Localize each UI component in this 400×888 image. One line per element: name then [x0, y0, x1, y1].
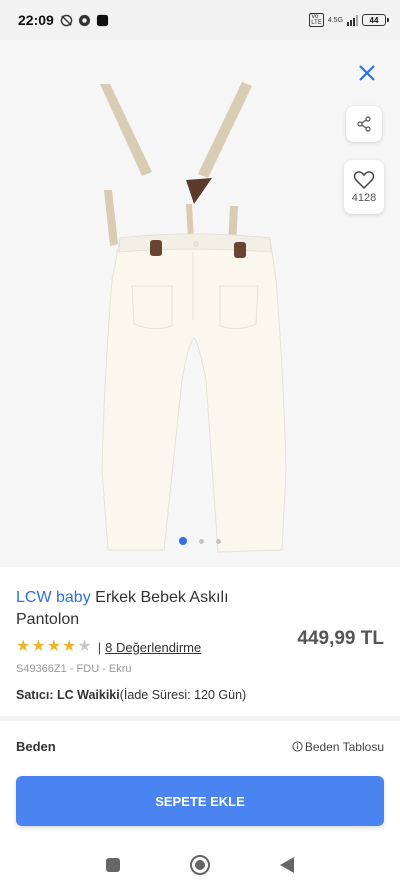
rating-separator: | — [97, 639, 102, 655]
size-chart-link[interactable]: Beden Tablosu — [292, 740, 384, 754]
product-image[interactable] — [90, 80, 310, 560]
star-icon: ★ — [46, 638, 62, 655]
chrome-icon — [78, 14, 90, 26]
return-policy: (İade Süresi: 120 Gün) — [119, 688, 247, 702]
gallery-pagination — [0, 537, 400, 545]
favorite-count: 4128 — [351, 192, 377, 204]
size-label: Beden — [16, 739, 56, 754]
reviews-link[interactable]: 8 Değerlendirme — [105, 640, 201, 655]
app-notification-icon — [96, 14, 108, 26]
star-icon: ★ — [31, 638, 46, 655]
info-icon — [292, 741, 303, 752]
gallery-dot-1[interactable] — [179, 537, 187, 545]
product-gallery[interactable]: 4128 — [0, 40, 400, 567]
gallery-dot-2[interactable] — [199, 538, 204, 544]
share-icon — [357, 116, 371, 132]
size-chart-label: Beden Tablosu — [304, 739, 384, 754]
status-bar: 22:09 Vo LTE 4.5G 44 — [0, 0, 400, 40]
star-empty-icon: ★ — [77, 638, 92, 655]
product-sku: S49366Z1 - FDU - Ekru — [16, 663, 132, 675]
close-icon — [359, 65, 375, 81]
muted-notification-icon — [60, 14, 73, 26]
back-button[interactable] — [267, 845, 307, 885]
favorite-button[interactable]: 4128 — [344, 160, 384, 214]
seller-info: Satıcı: LC Waikiki(İade Süresi: 120 Gün) — [16, 688, 384, 702]
cta-bar: SEPETE EKLE — [0, 760, 400, 842]
product-price: 449,99 TL — [297, 628, 384, 649]
add-to-cart-button[interactable]: SEPETE EKLE — [16, 776, 384, 826]
heart-icon — [353, 171, 375, 190]
product-title: LCW baby Erkek Bebek Askılı Pantolon — [16, 587, 296, 631]
square-icon — [106, 858, 121, 872]
status-notifications — [60, 14, 109, 27]
recent-apps-button[interactable] — [93, 845, 133, 885]
close-button[interactable] — [352, 58, 382, 88]
size-header: Beden Beden Tablosu — [16, 739, 384, 754]
status-time: 22:09 — [18, 12, 54, 28]
network-type: 4.5G — [327, 16, 343, 24]
back-triangle-icon — [279, 857, 294, 873]
seller-name[interactable]: Satıcı: LC Waikiki — [16, 688, 120, 702]
home-circle-icon — [189, 855, 210, 875]
star-icon: ★ — [16, 638, 31, 655]
battery-icon: 44 — [362, 14, 389, 26]
gallery-dot-3[interactable] — [216, 538, 221, 544]
home-button[interactable] — [180, 845, 220, 885]
brand-link[interactable]: LCW baby — [16, 589, 91, 606]
share-button[interactable] — [346, 106, 382, 142]
system-nav-bar — [0, 842, 400, 888]
status-system-icons: Vo LTE 4.5G 44 — [309, 13, 389, 27]
signal-icon — [347, 14, 358, 26]
battery-level: 44 — [369, 15, 379, 25]
volte-icon: Vo LTE — [309, 13, 324, 27]
product-info: LCW baby Erkek Bebek Askılı Pantolon 449… — [0, 567, 400, 786]
section-divider — [0, 716, 400, 721]
product-detail-screen: 22:09 Vo LTE 4.5G 44 4128 LCW baby Erkek… — [0, 0, 400, 888]
rating-stars: ★ ★ ★ ★ ★ — [16, 639, 92, 655]
star-icon: ★ — [62, 638, 77, 655]
